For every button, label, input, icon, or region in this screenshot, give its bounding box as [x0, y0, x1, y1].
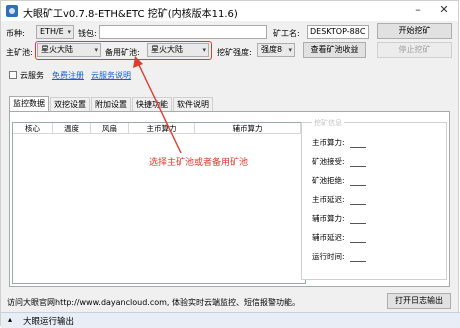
main-window: 大眼矿工v0.7.8-ETH&ETC 挖矿(内核版本11.6) – ✕ 币种: … — [0, 0, 460, 328]
output-bar[interactable]: ▴ 大眼运行输出 — [1, 312, 460, 328]
status-bar: 访问大眼官网http://www.dayancloud.com, 体验实时云端监… — [1, 292, 460, 310]
annotation-text: 选择主矿池或者备用矿池 — [149, 158, 249, 168]
chevron-up-icon[interactable]: ▴ — [8, 315, 12, 324]
status-text: 访问大眼官网http://www.dayancloud.com, 体验实时云端监… — [7, 298, 301, 307]
open-log-button[interactable]: 打开日志输出 — [387, 293, 451, 309]
output-bar-title: 大眼运行输出 — [23, 317, 75, 327]
